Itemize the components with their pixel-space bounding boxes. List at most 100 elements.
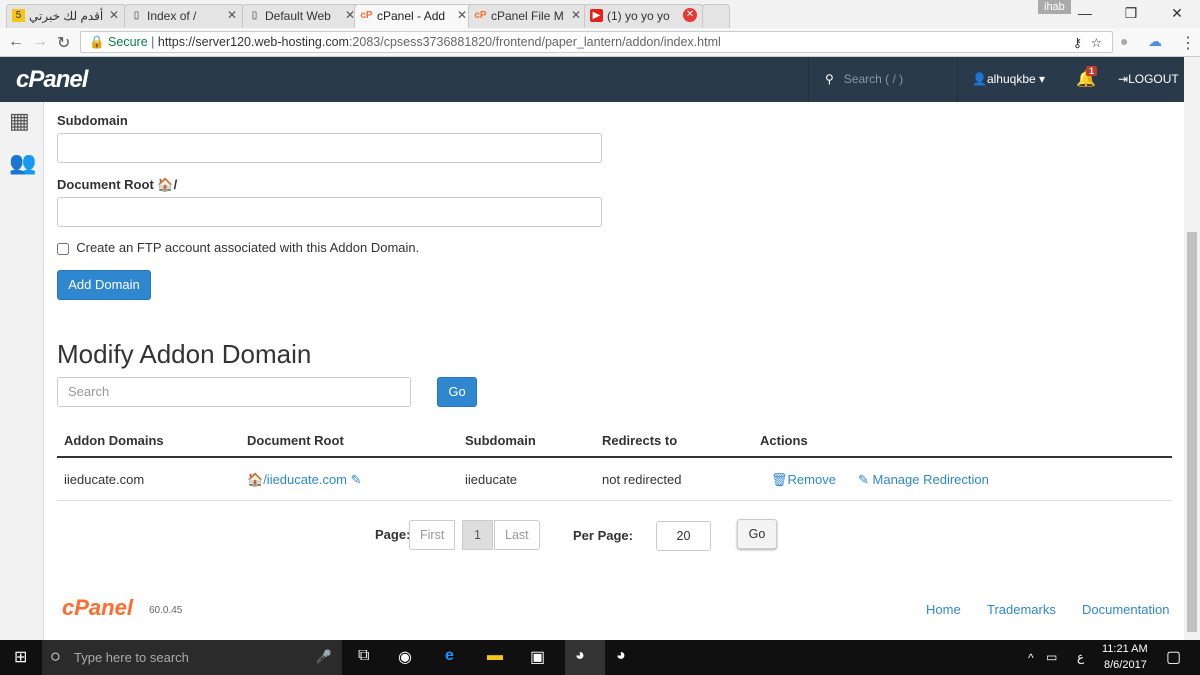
taskbar-search[interactable]: ○ Type here to search 🎤 [42,640,342,675]
header-search[interactable]: ⚲ Search ( / ) [808,57,958,102]
logout-label: LOGOUT [1128,72,1179,86]
table-header-divider [57,456,1172,458]
reload-button[interactable]: ↻ [57,33,70,53]
back-button[interactable]: ← [8,33,24,51]
browser-tab-bar: 5 أقدم لك خبرتي ✕ ▯ Index of / ✕ ▯ Default We… [0,0,1200,28]
scrollbar-thumb[interactable] [1187,232,1197,632]
subdomain-value: iieducate [465,472,518,487]
chrome-icon[interactable]: ◕ [565,640,605,675]
notification-count: 1 [1086,66,1098,76]
url-input[interactable]: 🔒 Secure | https://server120.web-hosting… [80,31,1113,53]
grid-icon[interactable]: ▦ [9,108,30,134]
ftp-checkbox[interactable] [57,242,69,255]
lock-icon: 🔒 [89,35,109,49]
user-icon: 👤 [972,72,987,86]
per-page-input[interactable]: 20 [656,521,711,551]
close-window-button[interactable]: ✕ [1154,0,1200,28]
subdomain-input[interactable] [57,133,602,163]
windows-start-icon[interactable]: ⊞ [14,647,27,667]
column-header[interactable]: Addon Domains [64,433,164,448]
browser-tab[interactable]: 5 أقدم لك خبرتي ✕ [6,4,126,28]
address-bar-row: ← → ↻ 🔒 Secure | https://server120.web-h… [0,28,1200,57]
notifications-button[interactable]: 🔔 1 [1076,66,1098,89]
menu-icon[interactable]: ⋮ [1180,33,1196,53]
task-view-icon[interactable]: ⧉ [358,647,369,665]
home-icon: 🏠 [247,472,264,487]
footer-documentation-link[interactable]: Documentation [1082,602,1169,617]
restore-button[interactable]: ❐ [1108,0,1154,28]
manage-redirection-link[interactable]: ✎ Manage Redirection [858,472,989,488]
footer-home-link[interactable]: Home [926,602,961,617]
key-icon[interactable]: ⚷ [1073,35,1082,50]
remove-link[interactable]: 🗑Remove [771,472,836,488]
site-icon: 5 [12,9,25,22]
cpanel-icon: cP [474,10,487,21]
browser-tab[interactable]: ▯ Index of / ✕ [124,4,244,28]
username: alhuqkbe [986,72,1036,86]
trash-icon: 🗑 [771,472,788,487]
extension-icon[interactable]: ● [1120,33,1128,49]
footer-trademarks-link[interactable]: Trademarks [987,602,1056,617]
close-icon[interactable]: ✕ [683,8,697,22]
secure-label: Secure [108,35,148,49]
edge-icon[interactable]: e [445,647,454,665]
tab-label: (1) yo yo yo [607,9,670,23]
search-go-button[interactable]: Go [437,377,477,407]
cloud-icon[interactable]: ☁ [1148,33,1162,50]
youtube-icon: ▶ [590,9,603,22]
browser-tab[interactable]: ▯ Default Web ✕ [242,4,362,28]
users-icon[interactable]: 👥 [9,150,36,176]
page-icon: ▯ [133,10,140,21]
forward-button[interactable]: → [32,33,48,51]
column-header[interactable]: Document Root [247,433,344,448]
ftp-option: Create an FTP account associated with th… [57,240,419,255]
close-icon[interactable]: ✕ [457,8,467,22]
manage-label: Manage Redirection [872,472,989,487]
search-input[interactable]: Search [57,377,411,407]
last-page-button[interactable]: Last [494,520,540,550]
column-header[interactable]: Subdomain [465,433,536,448]
cpanel-logo[interactable]: cPanel [16,66,88,94]
tab-label: cPanel File M [491,9,564,23]
cpanel-icon: cP [360,10,373,21]
scrollbar[interactable] [1184,57,1200,640]
clock-date[interactable]: 8/6/2017 [1104,659,1147,671]
logout-button[interactable]: ⇥LOGOUT [1118,72,1179,86]
browser-tab[interactable]: cP cPanel File M ✕ [468,4,588,28]
network-icon[interactable]: ▭ [1046,650,1057,664]
first-page-button[interactable]: First [409,520,456,550]
star-icon[interactable]: ☆ [1091,35,1102,50]
language-indicator[interactable]: ع [1077,650,1084,664]
tab-label: أقدم لك خبرتي [29,9,104,23]
browser-tab[interactable]: ▶ (1) yo yo yo ✕ [584,4,704,28]
app-icon[interactable]: ▣ [530,647,545,667]
per-page-label: Per Page: [573,528,633,543]
clock-time[interactable]: 11:21 AM [1102,643,1148,655]
page-icon: ▯ [251,10,258,21]
search-placeholder: Search ( / ) [843,72,904,86]
cpanel-header: cPanel ⚲ Search ( / ) 👤alhuqkbe ▾ 🔔 1 ⇥LO… [0,57,1184,102]
steam-icon[interactable]: ◉ [398,647,412,667]
close-icon[interactable]: ✕ [109,8,119,22]
current-page-button[interactable]: 1 [462,520,493,550]
new-tab-button[interactable] [702,4,730,28]
column-header[interactable]: Redirects to [602,433,677,448]
version: 60.0.45 [149,605,183,616]
close-icon[interactable]: ✕ [227,8,237,22]
docroot-input[interactable] [57,197,602,227]
per-page-go-button[interactable]: Go [737,519,777,549]
pencil-icon[interactable]: ✎ [351,472,362,487]
minimize-button[interactable]: — [1062,0,1108,28]
docroot-text: /iieducate.com [263,472,348,487]
docroot-label: Document Root 🏠/ [57,177,177,193]
add-domain-button[interactable]: Add Domain [57,270,151,300]
microphone-icon[interactable]: 🎤 [316,649,332,665]
tray-chevron-icon[interactable]: ^ [1028,651,1034,665]
file-explorer-icon[interactable]: ▬ [487,647,503,665]
chrome-icon[interactable]: ◕ [616,647,626,665]
docroot-link[interactable]: 🏠/iieducate.com ✎ [247,472,362,488]
action-center-icon[interactable]: ▢ [1166,647,1181,667]
browser-tab-active[interactable]: cP cPanel - Add ✕ [354,4,474,28]
close-icon[interactable]: ✕ [571,8,581,22]
user-menu[interactable]: 👤alhuqkbe ▾ [972,72,1045,86]
